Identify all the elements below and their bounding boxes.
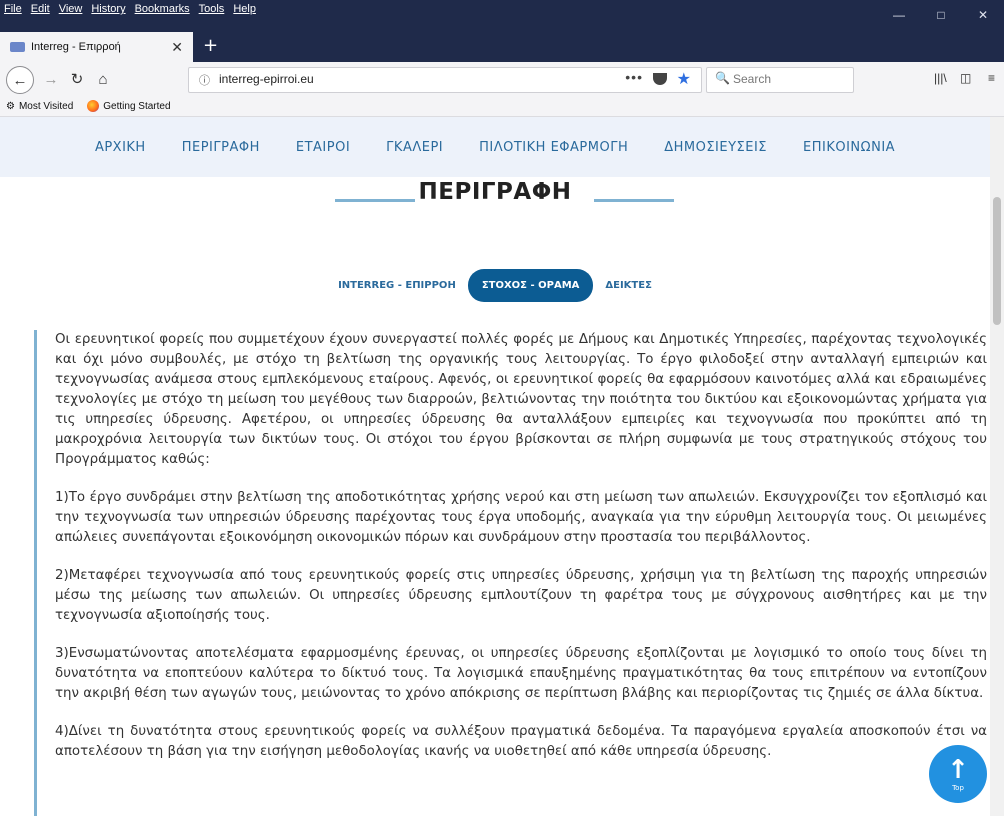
home-icon[interactable]: ⌂ xyxy=(92,68,114,90)
tab-title: Interreg - Επιρροή xyxy=(31,41,121,53)
tab-indicators[interactable]: ΔΕΙΚΤΕΣ xyxy=(593,280,664,291)
menu-view[interactable]: View xyxy=(59,3,83,15)
site-navigation: ΑΡΧΙΚΗ ΠΕΡΙΓΡΑΦΗ ΕΤΑΙΡΟΙ ΓΚΑΛΕΡΙ ΠΙΛΟΤΙΚ… xyxy=(0,117,990,177)
bookmark-star-icon[interactable]: ★ xyxy=(677,69,691,89)
sidebar-icon[interactable]: ◫ xyxy=(960,71,971,85)
hamburger-menu-icon[interactable]: ≡ xyxy=(988,71,995,85)
nav-publications[interactable]: ΔΗΜΟΣΙΕΥΣΕΙΣ xyxy=(664,140,767,155)
gear-icon: ⚙ xyxy=(6,100,15,112)
info-icon[interactable]: ⓘ xyxy=(199,72,210,88)
nav-pilot-application[interactable]: ΠΙΛΟΤΙΚΗ ΕΦΑΡΜΟΓΗ xyxy=(479,140,628,155)
close-icon[interactable]: ✕ xyxy=(962,0,1004,30)
page-title: ΠΕΡΙΓΡΑΦΗ xyxy=(418,179,572,205)
menu-bar: File Edit View History Bookmarks Tools H… xyxy=(0,0,1004,30)
tab-goal-vision[interactable]: ΣΤΟΧΟΣ - ΟΡΑΜΑ xyxy=(467,269,594,302)
bookmark-most-visited[interactable]: ⚙ Most Visited xyxy=(6,101,73,112)
paragraph-goal-4: 4)Δίνει τη δυνατότητα στους ερευνητικούς… xyxy=(55,724,987,759)
section-tabs: INTERREG - ΕΠΙΡΡΟΗ ΣΤΟΧΟΣ - ΟΡΑΜΑ ΔΕΙΚΤΕ… xyxy=(0,269,990,302)
tab-close-icon[interactable]: ✕ xyxy=(171,39,183,56)
menu-edit[interactable]: Edit xyxy=(31,3,50,15)
url-text[interactable]: interreg-epirroi.eu xyxy=(219,72,314,86)
arrow-up-icon: ↑ xyxy=(947,754,969,785)
maximize-icon[interactable]: □ xyxy=(920,0,962,30)
page-viewport: ΑΡΧΙΚΗ ΠΕΡΙΓΡΑΦΗ ΕΤΑΙΡΟΙ ΓΚΑΛΕΡΙ ΠΙΛΟΤΙΚ… xyxy=(0,117,990,816)
new-tab-button[interactable]: + xyxy=(203,35,218,56)
minimize-icon[interactable]: — xyxy=(878,0,920,30)
url-bar[interactable]: ⓘ interreg-epirroi.eu ••• ★ xyxy=(188,67,702,93)
forward-button[interactable]: → xyxy=(40,68,62,90)
top-label: Top xyxy=(952,783,964,792)
tab-interreg-epirroi[interactable]: INTERREG - ΕΠΙΡΡΟΗ xyxy=(326,280,468,291)
reload-icon[interactable]: ↻ xyxy=(66,68,88,90)
back-to-top-button[interactable]: ↑ Top xyxy=(929,745,987,803)
search-input[interactable]: 🔍 Search xyxy=(706,67,854,93)
menu-bookmarks[interactable]: Bookmarks xyxy=(135,3,190,15)
bookmark-getting-started[interactable]: Getting Started xyxy=(87,100,171,112)
menu-help[interactable]: Help xyxy=(233,3,256,15)
window-controls: — □ ✕ xyxy=(878,0,1004,30)
content-panel: Οι ερευνητικοί φορείς που συμμετέχουν έχ… xyxy=(34,330,987,816)
paragraph-intro: Οι ερευνητικοί φορείς που συμμετέχουν έχ… xyxy=(55,332,987,467)
menu-file[interactable]: File xyxy=(4,3,22,15)
nav-description[interactable]: ΠΕΡΙΓΡΑΦΗ xyxy=(182,140,260,155)
paragraph-goal-2: 2)Μεταφέρει τεχνογνωσία από τους ερευνητ… xyxy=(55,568,987,623)
nav-contact[interactable]: ΕΠΙΚΟΙΝΩΝΙΑ xyxy=(803,140,895,155)
bookmark-label: Most Visited xyxy=(18,100,74,112)
pocket-icon[interactable] xyxy=(653,73,667,85)
scrollbar-thumb[interactable] xyxy=(993,197,1001,325)
page-actions-icon[interactable]: ••• xyxy=(625,69,643,85)
menu-list: File Edit View History Bookmarks Tools H… xyxy=(4,3,256,15)
heading-divider-right xyxy=(594,199,674,202)
firefox-icon xyxy=(87,100,100,112)
page-scrollbar[interactable] xyxy=(990,117,1004,816)
nav-partners[interactable]: ΕΤΑΙΡΟΙ xyxy=(296,140,350,155)
search-placeholder: Search xyxy=(733,72,772,86)
back-button[interactable]: ← xyxy=(6,66,34,94)
library-icon[interactable]: |||\ xyxy=(934,71,947,85)
tab-strip: Interreg - Επιρροή ✕ + xyxy=(0,30,1004,62)
menu-tools[interactable]: Tools xyxy=(199,3,225,15)
paragraph-goal-3: 3)Ενσωματώνοντας αποτελέσματα εφαρμοσμέν… xyxy=(55,646,987,701)
menu-history[interactable]: History xyxy=(91,3,125,15)
nav-gallery[interactable]: ΓΚΑΛΕΡΙ xyxy=(386,140,443,155)
site-favicon-icon xyxy=(10,42,25,52)
navigation-toolbar: ← → ↻ ⌂ ⓘ interreg-epirroi.eu ••• ★ 🔍 Se… xyxy=(0,62,1004,97)
page-heading: ΠΕΡΙΓΡΑΦΗ xyxy=(0,179,990,219)
paragraph-goal-1: 1)Το έργο συνδράμει στην βελτίωση της απ… xyxy=(55,490,987,545)
browser-tab[interactable]: Interreg - Επιρροή ✕ xyxy=(0,32,193,62)
bookmark-label: Getting Started xyxy=(103,100,171,112)
bookmarks-toolbar: ⚙ Most Visited Getting Started xyxy=(0,96,1004,117)
nav-home[interactable]: ΑΡΧΙΚΗ xyxy=(95,140,146,155)
search-icon: 🔍 xyxy=(715,71,730,85)
